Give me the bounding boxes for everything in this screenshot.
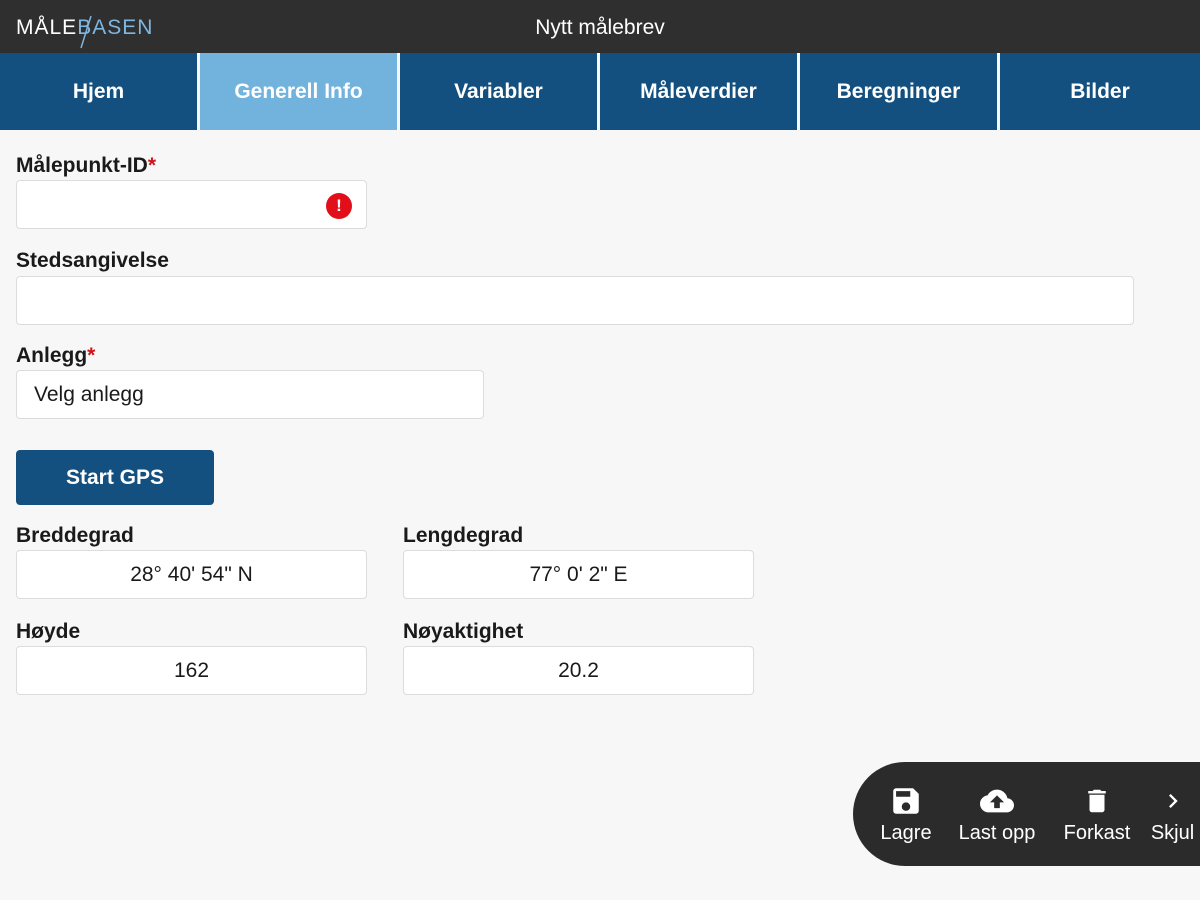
upload-button[interactable]: Last opp [951, 762, 1043, 866]
noyaktighet-field[interactable] [403, 646, 754, 695]
malepunkt-id-label: Målepunkt-ID* [16, 154, 156, 178]
chevron-right-icon [1168, 794, 1178, 808]
error-icon: ! [326, 193, 352, 219]
save-button[interactable]: Lagre [870, 762, 942, 866]
discard-button[interactable]: Forkast [1057, 762, 1137, 866]
start-gps-button[interactable]: Start GPS [16, 450, 214, 505]
tab-bar: Hjem Generell Info Variabler Måleverdier… [0, 53, 1200, 130]
action-bar: Lagre Last opp Forkast Skjul [853, 762, 1200, 866]
page-title: Nytt målebrev [535, 16, 665, 39]
trash-icon [1088, 789, 1106, 813]
hoyde-field[interactable] [16, 646, 367, 695]
top-bar: MÅLE BASEN Nytt målebrev [0, 0, 1200, 53]
cloud-upload-icon [980, 789, 1014, 813]
noyaktighet-label: Nøyaktighet [403, 620, 524, 643]
upload-label: Last opp [958, 822, 1036, 844]
save-icon [893, 788, 919, 814]
tab-hjem[interactable]: Hjem [0, 53, 197, 130]
stedsangivelse-label: Stedsangivelse [16, 249, 169, 272]
hide-label: Skjul [1150, 822, 1195, 844]
tab-variabler[interactable]: Variabler [400, 53, 597, 130]
malepunkt-id-input[interactable] [16, 180, 367, 229]
tab-bilder[interactable]: Bilder [1000, 53, 1200, 130]
stedsangivelse-input[interactable] [16, 276, 1134, 325]
breddegrad-field[interactable] [16, 550, 367, 599]
save-label: Lagre [880, 822, 932, 844]
hide-button[interactable]: Skjul [1145, 762, 1200, 866]
tab-generell-info[interactable]: Generell Info [200, 53, 397, 130]
anlegg-label: Anlegg* [16, 344, 95, 368]
anlegg-label-text: Anlegg [16, 344, 88, 367]
lengdegrad-label: Lengdegrad [403, 524, 524, 547]
hoyde-label: Høyde [16, 620, 81, 643]
required-asterisk: * [147, 154, 157, 177]
breddegrad-label: Breddegrad [16, 524, 134, 547]
anlegg-select-value: Velg anlegg [34, 382, 144, 406]
malepunkt-id-label-text: Målepunkt-ID [16, 154, 148, 177]
tab-maleverdier[interactable]: Måleverdier [600, 53, 797, 130]
tab-beregninger[interactable]: Beregninger [800, 53, 997, 130]
anlegg-select[interactable]: Velg anlegg [16, 370, 484, 419]
lengdegrad-field[interactable] [403, 550, 754, 599]
required-asterisk: * [87, 344, 96, 367]
discard-label: Forkast [1063, 822, 1131, 844]
